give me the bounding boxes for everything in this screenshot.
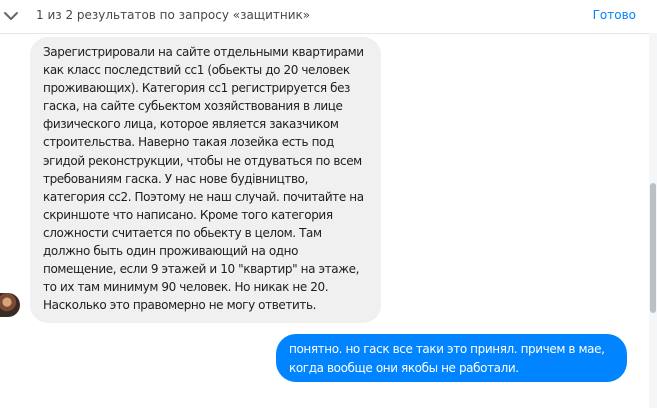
message-line: должно быть один проживающий на одно bbox=[43, 244, 299, 259]
message-line: как класс последствий сс1 (обьекты до 20… bbox=[43, 63, 350, 78]
search-results-bar: 1 из 2 результатов по запросу «защитник»… bbox=[0, 0, 657, 34]
chevron-down-icon[interactable] bbox=[2, 6, 20, 26]
message-line: строительства. Наверно такая лозейка ест… bbox=[43, 135, 334, 150]
done-button[interactable]: Готово bbox=[593, 8, 636, 22]
message-line: Насколько это правомерно не могу ответит… bbox=[43, 298, 317, 313]
message-line: требованиям гаска. У нас нове будівництв… bbox=[43, 171, 309, 186]
scrollbar-thumb[interactable] bbox=[650, 183, 656, 313]
incoming-message-bubble: Зарегистрировали на сайте отдельными ква… bbox=[30, 37, 381, 324]
scrollbar[interactable] bbox=[649, 33, 657, 408]
message-line: сложности считается по обьекту в целом. … bbox=[43, 225, 322, 240]
message-line: скриншоте что написано. Кроме того катег… bbox=[43, 207, 333, 222]
outgoing-message-bubble: понятно. но гаск все таки это принял. пр… bbox=[276, 334, 627, 382]
message-line: гаска, на сайте субьектом хозяйствования… bbox=[43, 99, 343, 114]
avatar[interactable] bbox=[0, 293, 20, 317]
message-line: то их там минимум 90 человек. Но никак н… bbox=[43, 280, 329, 295]
message-line: категория сс2. Поэтому не наш случай. по… bbox=[43, 189, 364, 204]
message-line: проживающих). Категория сс1 регистрирует… bbox=[43, 81, 351, 96]
message-line: Зарегистрировали на сайте отдельными ква… bbox=[43, 45, 364, 59]
message-line: эгидой реконструкции, чтобы не отдуватьс… bbox=[43, 153, 362, 168]
message-line: помещение, если 9 этажей и 10 "квартир" … bbox=[43, 262, 360, 277]
message-line: понятно. но гаск все таки это принял. пр… bbox=[289, 342, 605, 356]
search-result-status: 1 из 2 результатов по запросу «защитник» bbox=[36, 8, 311, 22]
message-line: физического лица, которое является заказ… bbox=[43, 117, 339, 132]
message-line: когда вообще они якобы не работали. bbox=[289, 360, 519, 375]
